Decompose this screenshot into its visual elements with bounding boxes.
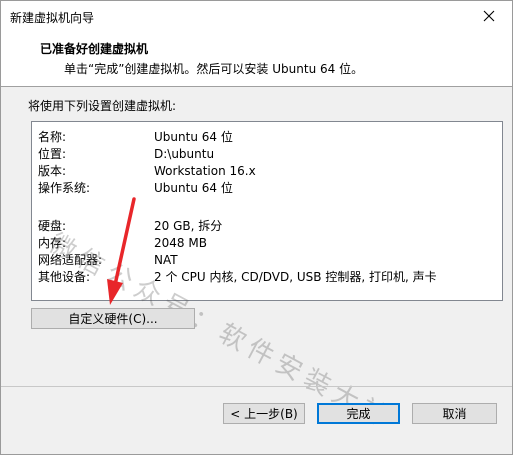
customize-hardware-button[interactable]: 自定义硬件(C)...: [31, 308, 195, 329]
finish-button[interactable]: 完成: [317, 403, 400, 424]
summary-label: 将使用下列设置创建虚拟机:: [28, 99, 177, 113]
back-button[interactable]: < 上一步(B): [223, 403, 305, 424]
settings-summary-box: 名称: Ubuntu 64 位 位置: D:\ubuntu 版本: Workst…: [31, 121, 503, 301]
footer-divider: [1, 386, 512, 387]
close-button[interactable]: [466, 1, 512, 31]
title-bar: 新建虚拟机向导: [1, 1, 512, 31]
close-icon: [483, 10, 495, 22]
window-title: 新建虚拟机向导: [10, 11, 95, 25]
wizard-header: 已准备好创建虚拟机 单击“完成”创建虚拟机。然后可以安装 Ubuntu 64 位…: [1, 31, 512, 86]
header-subtitle: 单击“完成”创建虚拟机。然后可以安装 Ubuntu 64 位。: [64, 62, 364, 76]
cancel-button[interactable]: 取消: [412, 403, 497, 424]
new-vm-wizard-dialog: 新建虚拟机向导 已准备好创建虚拟机 单击“完成”创建虚拟机。然后可以安装 Ubu…: [0, 0, 513, 455]
header-divider: [1, 86, 512, 87]
header-title: 已准备好创建虚拟机: [40, 42, 149, 56]
